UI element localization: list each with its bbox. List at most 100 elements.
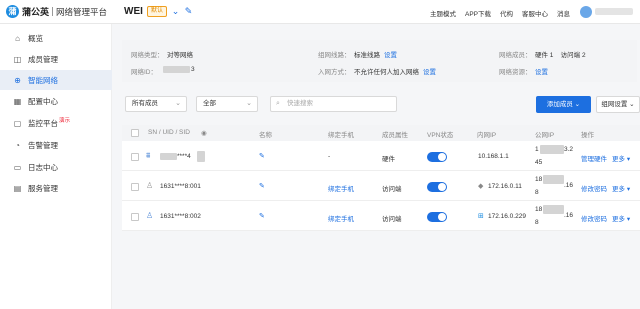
sidebar-item-monitor[interactable]: ▢ 监控平台 演示 bbox=[0, 113, 112, 133]
eye-icon[interactable]: ◉ bbox=[201, 129, 207, 137]
row-attr: 硬件 bbox=[382, 156, 395, 163]
bind-phone-link[interactable]: 绑定手机 bbox=[328, 183, 354, 193]
member-filter-select[interactable]: 所有成员 ⌄ bbox=[125, 96, 187, 112]
col-name: 名称 bbox=[259, 132, 272, 139]
network-title: WEI bbox=[124, 6, 143, 17]
chevron-down-icon[interactable]: ⌄ bbox=[170, 5, 181, 17]
row-public-ip-c: 8 bbox=[535, 189, 539, 196]
user-icon: ♙ bbox=[146, 211, 154, 220]
agent-link[interactable]: 代构 bbox=[500, 8, 513, 18]
more-label: 更多 bbox=[612, 216, 625, 223]
top-links: 主题模式 APP下载 代构 客服中心 消息 bbox=[430, 8, 570, 18]
table-header: SN / UID / SID ◉ 名称 绑定手机 成员属性 VPN状态 内网IP… bbox=[122, 125, 640, 141]
join-label: 入网方式： bbox=[318, 69, 351, 76]
col-attr: 成员属性 bbox=[382, 132, 408, 139]
net-type-value: 对等网络 bbox=[167, 52, 193, 59]
row-id: ****4 bbox=[177, 153, 191, 160]
logo[interactable]: 蒲 蒲公英 网络管理平台 bbox=[6, 5, 107, 18]
type-filter-select[interactable]: 全部 ⌄ bbox=[196, 96, 258, 112]
row-phone: - bbox=[328, 153, 331, 160]
sn-redacted bbox=[160, 153, 177, 160]
more-link[interactable]: 更多 ▾ bbox=[612, 183, 630, 193]
change-password-link[interactable]: 修改密码 bbox=[581, 213, 607, 223]
row-checkbox[interactable] bbox=[131, 153, 139, 161]
log-icon: ▭ bbox=[13, 162, 22, 172]
windows-icon: ⊞ bbox=[478, 213, 484, 220]
member-filter-value: 所有成员 bbox=[132, 100, 158, 107]
sidebar-item-services[interactable]: ▤ 服务管理 bbox=[0, 178, 112, 198]
row-public-ip-b: .16 bbox=[564, 212, 574, 219]
sidebar-item-label: 智能网络 bbox=[28, 75, 58, 85]
sidebar-item-logs[interactable]: ▭ 日志中心 bbox=[0, 157, 112, 177]
sidebar-item-smart-network[interactable]: ⊕ 智能网络 bbox=[0, 70, 112, 90]
sidebar-item-overview[interactable]: ⌂ 概览 bbox=[0, 28, 112, 48]
resource-settings-link[interactable]: 设置 bbox=[535, 66, 548, 76]
avatar[interactable] bbox=[580, 6, 592, 18]
resource-label: 网络资源： bbox=[499, 69, 532, 76]
search-placeholder: 快速搜索 bbox=[287, 100, 313, 107]
join-value: 不允许任何人加入网络 bbox=[354, 69, 419, 76]
user-icon: ♙ bbox=[146, 181, 154, 190]
manage-hardware-link[interactable]: 管理硬件 bbox=[581, 153, 607, 163]
vpn-toggle[interactable] bbox=[427, 212, 447, 222]
edit-icon[interactable]: ✎ bbox=[183, 5, 194, 17]
edit-name-icon[interactable]: ✎ bbox=[259, 182, 265, 190]
group-settings-button[interactable]: 组网设置 ⌄ bbox=[596, 96, 640, 113]
col-public-ip: 公网IP bbox=[535, 132, 555, 139]
more-link[interactable]: 更多 ▾ bbox=[612, 213, 630, 223]
chevron-down-icon: ▾ bbox=[626, 186, 631, 193]
sidebar-item-label: 成员管理 bbox=[28, 54, 58, 64]
row-public-ip-c: 8 bbox=[535, 219, 539, 226]
row-checkbox[interactable] bbox=[131, 183, 139, 191]
monitor-icon: ▢ bbox=[13, 118, 22, 128]
network-icon: ⊕ bbox=[14, 75, 21, 85]
row-public-ip-a: 18 bbox=[535, 176, 543, 183]
network-info-panel: 网络类型： 对等网络 网络ID： 3 组网线路： 标准线路 设置 入网方式： 不… bbox=[122, 40, 637, 82]
link-settings-link[interactable]: 设置 bbox=[384, 49, 397, 59]
change-password-link[interactable]: 修改密码 bbox=[581, 183, 607, 193]
messages-link[interactable]: 消息 bbox=[557, 8, 570, 18]
vpn-toggle[interactable] bbox=[427, 182, 447, 192]
edit-name-icon[interactable]: ✎ bbox=[259, 212, 265, 220]
edit-name-icon[interactable]: ✎ bbox=[259, 152, 265, 160]
support-center-link[interactable]: 客服中心 bbox=[522, 8, 548, 18]
join-settings-link[interactable]: 设置 bbox=[423, 66, 436, 76]
bind-phone-link[interactable]: 绑定手机 bbox=[328, 213, 354, 223]
more-label: 更多 bbox=[612, 186, 625, 193]
add-member-button[interactable]: 添加成员 ⌄ bbox=[536, 96, 591, 113]
brand-name: 蒲公英 bbox=[22, 7, 50, 17]
sidebar-item-alerts[interactable]: ◔ 告警管理 bbox=[0, 135, 112, 155]
sidebar-item-label: 配置中心 bbox=[28, 96, 58, 106]
chevron-down-icon: ▾ bbox=[626, 216, 631, 223]
row-checkbox[interactable] bbox=[131, 213, 139, 221]
net-id-redacted bbox=[163, 66, 190, 73]
row-id: 1631****8:001 bbox=[160, 183, 201, 190]
members-icon: ◫ bbox=[13, 54, 22, 64]
theme-mode-link[interactable]: 主题模式 bbox=[430, 8, 456, 18]
chevron-down-icon: ⌄ bbox=[246, 100, 252, 107]
table-row: ♙ 1631****8:002 ✎ 绑定手机 访问端 ⊞ 172.16.0.22… bbox=[122, 202, 640, 231]
public-ip-redacted bbox=[543, 205, 564, 214]
search-input[interactable]: ⌕ 快速搜索 bbox=[270, 96, 397, 112]
default-badge: 默认 bbox=[147, 6, 168, 17]
group-settings-label: 组网设置 bbox=[601, 101, 628, 108]
net-id-label: 网络ID： bbox=[131, 69, 157, 76]
sidebar-item-config[interactable]: ▦ 配置中心 bbox=[0, 91, 112, 111]
alert-icon: ◔ bbox=[15, 140, 20, 150]
members-value: 硬件 1 访问端 2 bbox=[535, 52, 586, 59]
user-name-redacted[interactable] bbox=[595, 8, 633, 15]
sidebar-item-members[interactable]: ◫ 成员管理 bbox=[0, 49, 112, 69]
select-all-checkbox[interactable] bbox=[131, 129, 139, 137]
search-icon: ⌕ bbox=[276, 100, 280, 107]
net-type-label: 网络类型： bbox=[131, 52, 164, 59]
more-link[interactable]: 更多 ▾ bbox=[612, 153, 630, 163]
public-ip-redacted bbox=[543, 175, 564, 184]
col-lan-ip: 内网IP bbox=[477, 132, 497, 139]
app-download-link[interactable]: APP下载 bbox=[465, 8, 491, 18]
vpn-toggle[interactable] bbox=[427, 152, 447, 162]
row-public-ip-b: .16 bbox=[564, 182, 574, 189]
col-phone: 绑定手机 bbox=[328, 132, 354, 139]
sidebar-item-label: 日志中心 bbox=[28, 162, 58, 172]
more-label: 更多 bbox=[612, 156, 625, 163]
row-attr: 访问端 bbox=[382, 186, 402, 193]
